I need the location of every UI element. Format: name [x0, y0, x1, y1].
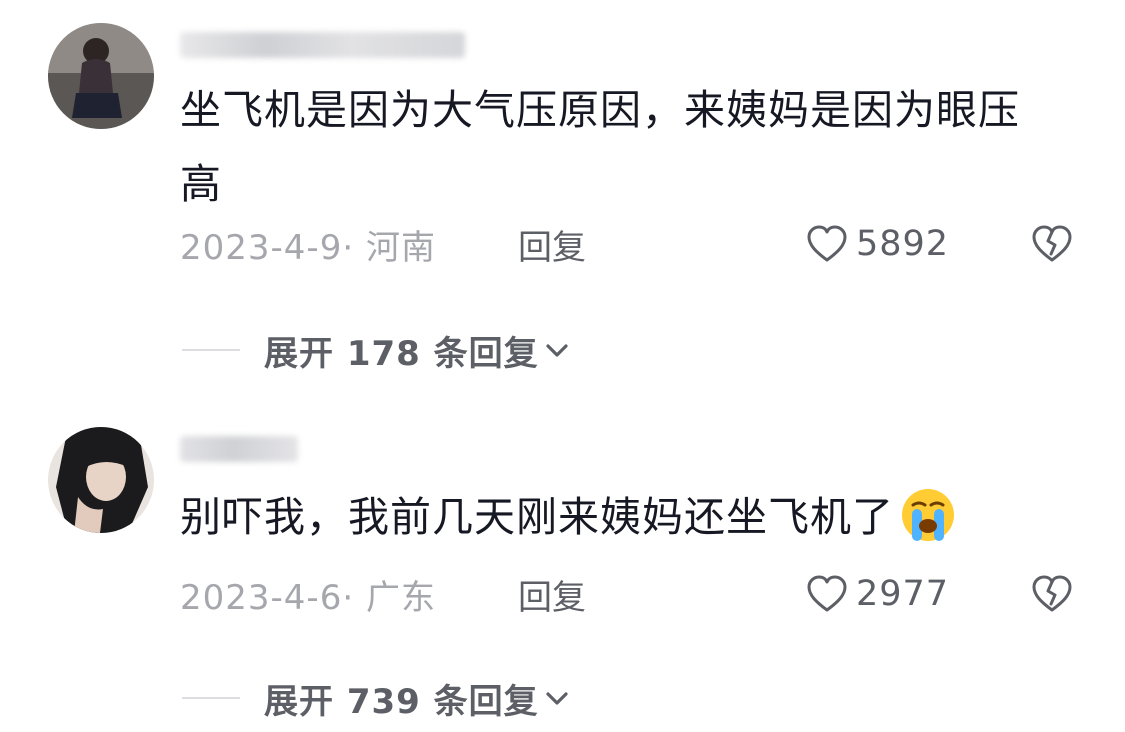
meta-separator: · — [342, 578, 355, 618]
like-count: 5892 — [856, 224, 950, 264]
dislike-button[interactable] — [1030, 572, 1074, 616]
broken-heart-icon — [1032, 225, 1072, 262]
username-blurred[interactable] — [180, 436, 298, 462]
avatar[interactable] — [48, 427, 154, 533]
comment-location: 河南 — [365, 228, 436, 268]
comment-item: 坐飞机是因为大气压原因，来姨妈是因为眼压高 2023-4-9· 河南 回复 58… — [0, 0, 1125, 380]
avatar-image — [48, 23, 154, 129]
comment-date: 2023-4-6 — [180, 578, 343, 618]
meta-separator: · — [342, 228, 355, 268]
broken-heart-icon — [1032, 575, 1072, 612]
heart-icon — [807, 575, 847, 612]
comment-date: 2023-4-9 — [180, 228, 343, 268]
reply-button[interactable]: 回复 — [518, 220, 586, 269]
like-button[interactable]: 2977 — [806, 572, 949, 616]
chevron-down-icon — [546, 344, 568, 357]
dislike-button[interactable] — [1030, 222, 1074, 266]
heart-icon — [807, 225, 847, 262]
comment-text-body: 别吓我，我前几天刚来姨妈还坐飞机了 — [180, 493, 894, 541]
divider-line — [182, 349, 240, 351]
expand-replies-label: 展开 178 条回复 — [264, 333, 539, 374]
divider-line — [182, 697, 240, 699]
reply-button[interactable]: 回复 — [518, 570, 586, 619]
comment-location: 广东 — [365, 578, 436, 618]
expand-replies-button[interactable]: 展开 739 条回复 — [182, 676, 571, 722]
like-count: 2977 — [856, 574, 950, 614]
comment-meta: 2023-4-9· 河南 — [180, 220, 436, 269]
avatar-image — [48, 427, 154, 533]
comment-text: 别吓我，我前几天刚来姨妈还坐飞机了 — [180, 480, 1060, 554]
loudly-crying-face-icon — [902, 489, 954, 541]
username-blurred[interactable] — [180, 32, 465, 58]
expand-replies-button[interactable]: 展开 178 条回复 — [182, 328, 571, 374]
expand-replies-label: 展开 739 条回复 — [264, 681, 539, 722]
chevron-down-icon — [546, 692, 568, 705]
comment-item: 别吓我，我前几天刚来姨妈还坐飞机了 2023-4-6· 广东 回复 2977 展… — [0, 380, 1125, 732]
comment-text: 坐飞机是因为大气压原因，来姨妈是因为眼压高 — [180, 86, 1020, 208]
comment-meta: 2023-4-6· 广东 — [180, 570, 436, 619]
avatar[interactable] — [48, 23, 154, 129]
like-button[interactable]: 5892 — [806, 222, 949, 266]
